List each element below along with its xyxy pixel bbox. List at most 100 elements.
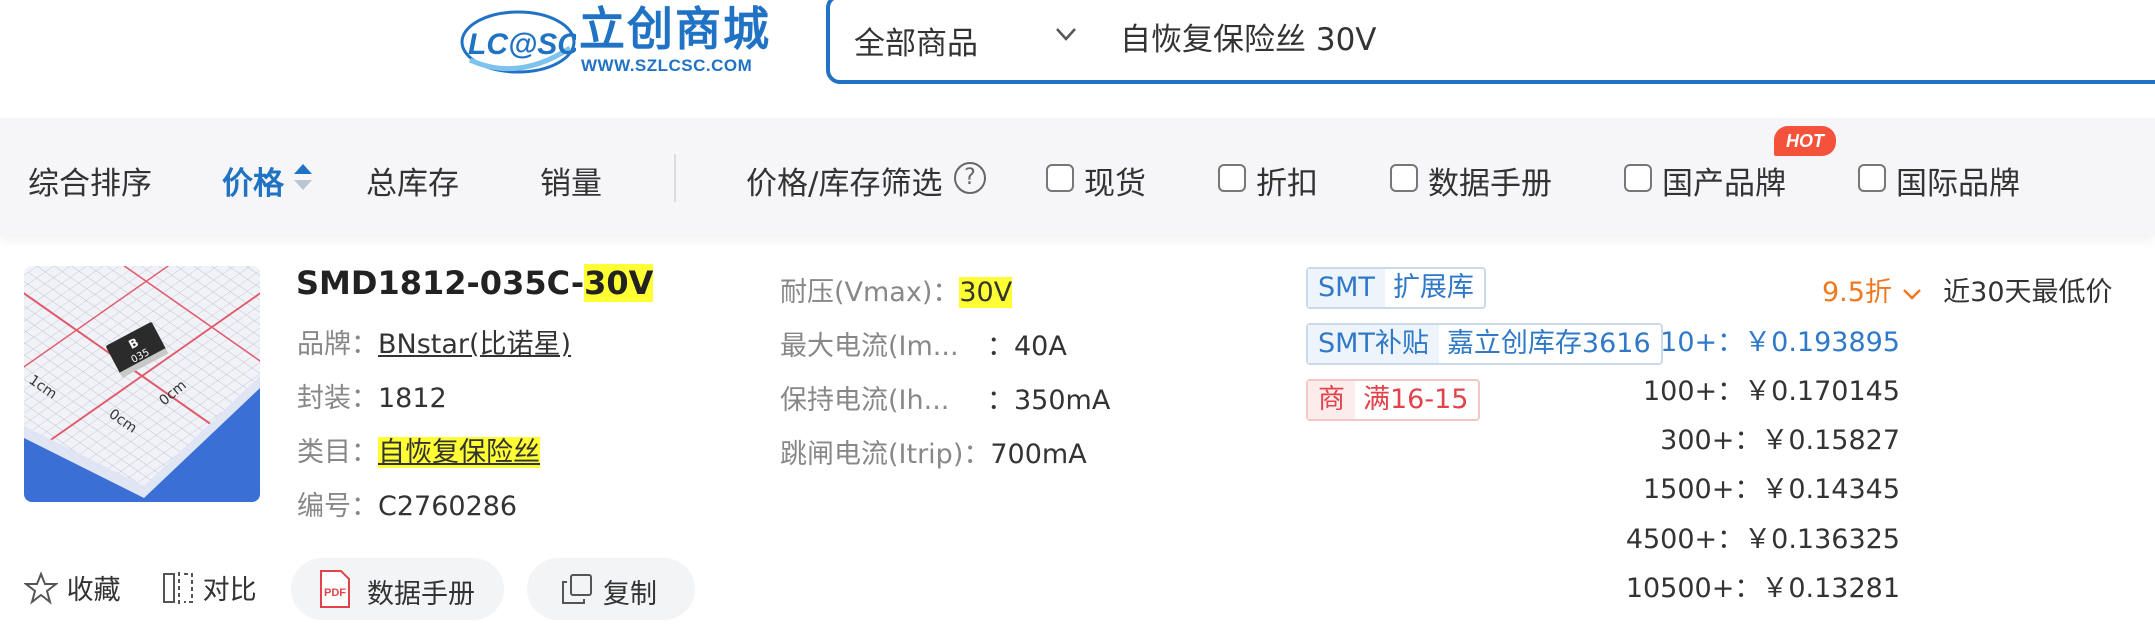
price-qty: 10500+： xyxy=(1625,573,1762,604)
checkbox-box[interactable] xyxy=(1858,164,1886,192)
checkbox-label: 折扣 xyxy=(1256,166,1318,202)
pdf-icon-text: PDF xyxy=(324,587,346,599)
checkbox-label: 数据手册 xyxy=(1428,166,1552,202)
attr-value: C2760286 xyxy=(378,491,518,522)
checkbox-box[interactable] xyxy=(1218,164,1246,192)
price-value: ￥0.15827 xyxy=(1761,425,1900,456)
tag-smt-subsidy[interactable]: SMT补贴 嘉立创库存3616 xyxy=(1306,323,1663,365)
help-icon[interactable]: ? xyxy=(954,162,986,194)
price-value: ￥0.14345 xyxy=(1761,474,1900,505)
price-value: ￥0.13281 xyxy=(1761,573,1900,604)
price-value: ￥0.136325 xyxy=(1744,524,1900,555)
sort-arrows-icon[interactable] xyxy=(292,162,314,192)
spec-hold-current: 保持电流(Ih... ：350mA xyxy=(780,378,1110,417)
price-tier: 300+：￥0.15827 xyxy=(1660,418,1900,457)
price-stock-filter-label[interactable]: 价格/库存筛选 xyxy=(746,158,942,203)
price-qty: 1500+： xyxy=(1643,474,1762,505)
checkbox-label: 现货 xyxy=(1084,166,1146,202)
sort-filter-bar: 综合排序 价格 总库存 销量 价格/库存筛选 ? 现货 折扣 数据手册 国产品牌… xyxy=(0,118,2155,235)
logo-chinese-name: 立创商城 xyxy=(579,2,771,56)
spec-key: 耐压(Vmax)： xyxy=(780,277,960,308)
price-value: ￥0.170145 xyxy=(1744,376,1900,407)
logo-mark-icon: LC@SC xyxy=(460,10,576,74)
spec-value: ：40A xyxy=(987,331,1067,362)
spec-key: 保持电流(Ih... xyxy=(780,385,950,416)
spec-trip-current: 跳闸电流(Itrip)：700mA xyxy=(780,432,1087,471)
attr-key: 类目： xyxy=(297,437,378,468)
sort-comprehensive[interactable]: 综合排序 xyxy=(28,158,152,203)
tag-smt-extended[interactable]: SMT 扩展库 xyxy=(1306,267,1486,309)
attr-category: 类目：自恢复保险丝 xyxy=(297,430,540,469)
spec-max-current: 最大电流(Im... ：40A xyxy=(780,324,1067,363)
sort-sales[interactable]: 销量 xyxy=(540,158,602,203)
copy-icon xyxy=(562,574,592,604)
checkbox-label: 国产品牌 xyxy=(1662,166,1786,202)
chevron-down-icon[interactable] xyxy=(1052,20,1080,48)
datasheet-label: 数据手册 xyxy=(367,579,475,610)
divider xyxy=(674,154,676,202)
checkbox-label: 国际品牌 xyxy=(1896,166,2020,202)
attr-key: 品牌： xyxy=(297,329,378,360)
checkbox-box[interactable] xyxy=(1390,164,1418,192)
product-photo: B 035 1cm 0cm 0cm xyxy=(24,266,260,502)
lowest-price-label: 近30天最低价 xyxy=(1943,277,2113,308)
tag-merchant-promo[interactable]: 商满16-15 xyxy=(1306,379,1481,421)
copy-label: 复制 xyxy=(603,579,657,610)
attr-part-number: 编号：C2760286 xyxy=(297,484,517,523)
price-qty: 4500+： xyxy=(1625,524,1745,555)
tag-label: SMT补贴 xyxy=(1308,325,1439,363)
discount-percent: 9.5折 xyxy=(1822,277,1892,308)
hot-badge: HOT xyxy=(1774,126,1836,156)
price-tier: 10500+：￥0.13281 xyxy=(1626,566,1900,605)
spec-key: 最大电流(Im... xyxy=(780,331,959,362)
discount-info[interactable]: 9.5折 近30天最低价 xyxy=(1822,270,2113,309)
sort-price[interactable]: 价格 xyxy=(222,158,284,203)
site-logo[interactable]: LC@SC 立创商城 WWW.SZLCSC.COM xyxy=(460,2,769,80)
price-qty: 10+： xyxy=(1660,327,1745,358)
compare-label: 对比 xyxy=(202,575,257,606)
search-box: 全部商品 xyxy=(826,0,2155,84)
product-title-prefix: SMD1812-035C- xyxy=(296,264,585,302)
attr-key: 编号： xyxy=(297,491,378,522)
price-qty: 300+： xyxy=(1660,425,1762,456)
price-tier: 4500+：￥0.136325 xyxy=(1626,517,1900,556)
compare-icon xyxy=(163,572,193,604)
search-category-select[interactable]: 全部商品 xyxy=(854,18,978,63)
pdf-icon: PDF xyxy=(320,570,350,608)
copy-button[interactable]: 复制 xyxy=(527,558,695,620)
price-value: ￥0.193895 xyxy=(1744,327,1900,358)
attr-value: 1812 xyxy=(378,383,447,414)
price-tier: 10+：￥0.193895 xyxy=(1660,320,1900,359)
tag-value: 嘉立创库存3616 xyxy=(1446,328,1651,359)
tag-label: 商 xyxy=(1308,381,1355,419)
datasheet-button[interactable]: PDF 数据手册 xyxy=(291,558,504,620)
spec-vmax: 耐压(Vmax)：30V xyxy=(780,270,1013,309)
site-header: LC@SC 立创商城 WWW.SZLCSC.COM 全部商品 xyxy=(0,0,2155,118)
spec-value: ：350mA xyxy=(987,385,1111,416)
search-input[interactable] xyxy=(1120,12,2120,60)
attr-package: 封装：1812 xyxy=(297,376,447,415)
price-tier: 100+：￥0.170145 xyxy=(1643,369,1900,408)
attr-brand: 品牌：BNstar(比诺星) xyxy=(297,322,571,361)
spec-value: 700mA xyxy=(990,439,1087,470)
checkbox-box[interactable] xyxy=(1046,164,1074,192)
favorite-button[interactable]: 收藏 xyxy=(23,568,121,607)
tag-value: 扩展库 xyxy=(1392,272,1474,303)
compare-button[interactable]: 对比 xyxy=(162,568,257,607)
spec-key: 跳闸电流(Itrip)： xyxy=(780,439,991,470)
favorite-label: 收藏 xyxy=(66,575,121,606)
tag-value: 满16-15 xyxy=(1363,384,1469,415)
logo-url: WWW.SZLCSC.COM xyxy=(581,56,753,75)
tag-label: SMT xyxy=(1308,269,1385,307)
checkbox-box[interactable] xyxy=(1624,164,1652,192)
sort-total-stock[interactable]: 总库存 xyxy=(366,158,459,203)
price-tier: 1500+：￥0.14345 xyxy=(1643,467,1900,506)
attr-key: 封装： xyxy=(297,383,378,414)
category-link[interactable]: 自恢复保险丝 xyxy=(378,437,540,468)
product-title[interactable]: SMD1812-035C-30V xyxy=(296,264,654,302)
logo-mark-text: LC@SC xyxy=(468,28,576,61)
product-image[interactable]: B 035 1cm 0cm 0cm xyxy=(24,266,260,502)
chevron-down-icon xyxy=(1902,288,1921,300)
brand-link[interactable]: BNstar(比诺星) xyxy=(378,329,571,360)
price-qty: 100+： xyxy=(1642,376,1745,407)
